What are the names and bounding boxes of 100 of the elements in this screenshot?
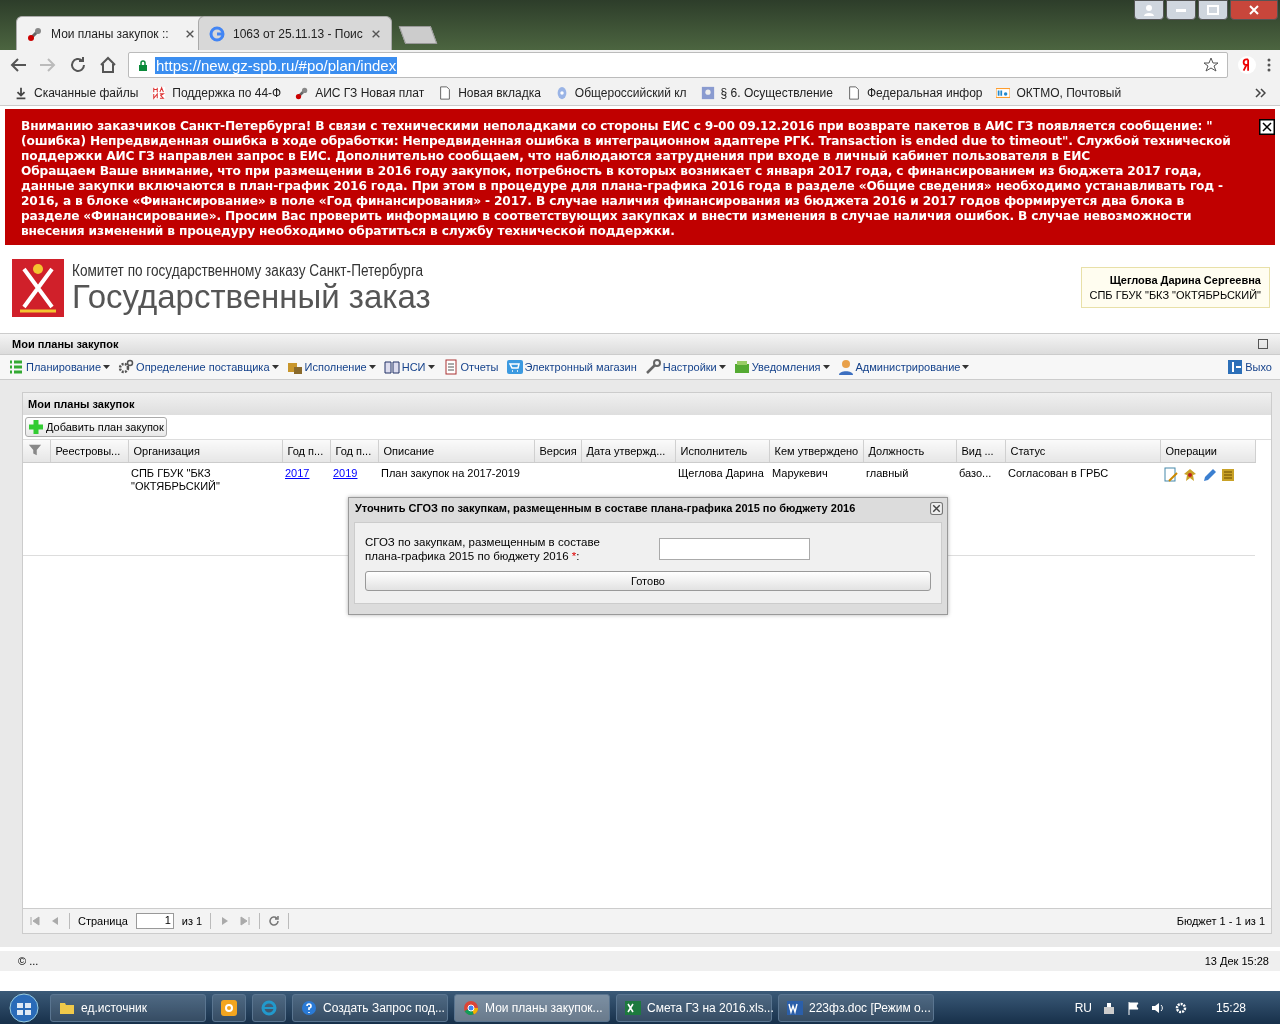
alert-text: Обращаем Ваше внимание, что при размещении в 2016 году закупок, потребность в которых возникает с января 2017 года, с финансированием из бюджета 2017 года, данные закупки включаются в план-график 2016 года. При этом в процедуре для плана-графика 2016 года в разделе «Общие сведения» необходимо устанавливать год - 2016, а в блоке «Финансирование» в поле «Год финансирования» - 2017. В случае наличия финансирования из бюджета 2016 и 2017 годов формируется два блока в разделе «Финансирование». Просим Вас проверить информацию в соответствующих закупках и внести изменения в случае наличия ошибок. В случае невозможности внесения изменений в процедуру необходимо обратиться в службу технической поддержки. xyxy=(21,164,1224,239)
maximize-icon xyxy=(1207,4,1219,16)
column-header[interactable]: Статус xyxy=(1005,440,1160,463)
wrench-icon xyxy=(295,85,310,100)
pencil-icon[interactable] xyxy=(1201,467,1217,483)
menu-item[interactable]: Настройки xyxy=(644,359,726,375)
year-link[interactable]: 2019 xyxy=(333,467,358,479)
menu-item[interactable]: Отчеты xyxy=(442,359,499,375)
year-link[interactable]: 2017 xyxy=(285,467,310,479)
language-indicator[interactable]: RU xyxy=(1074,1000,1092,1015)
chrome-logo-icon xyxy=(463,999,479,1016)
exit-door-icon xyxy=(1227,359,1244,375)
at-sign-icon xyxy=(221,999,237,1016)
taskbar-button[interactable]: ед.источник xyxy=(50,993,206,1022)
gear-icon[interactable] xyxy=(1173,1000,1188,1015)
bookmark[interactable]: Поддержка по 44-Ф xyxy=(152,85,282,100)
filter-icon xyxy=(28,443,42,457)
column-header[interactable]: Должность xyxy=(863,440,956,463)
maximize-button[interactable] xyxy=(1198,0,1228,20)
page-total: из 1 xyxy=(181,915,203,927)
close-icon[interactable] xyxy=(1259,119,1275,135)
clock[interactable]: 15:28 xyxy=(1215,1000,1246,1015)
coat-of-arms-logo xyxy=(12,258,64,317)
ya-logo-icon xyxy=(1238,56,1256,74)
bookmark[interactable]: ОКТМО, Почтовый xyxy=(996,85,1122,100)
minimize-button[interactable] xyxy=(1166,0,1196,20)
taskbar-button[interactable]: Смета ГЗ на 2016.xls... xyxy=(616,993,772,1022)
plus-icon xyxy=(28,419,44,435)
field-label: СГОЗ по закупкам, размещенным в составе плана-графика 2015 по бюджету 2016 *: xyxy=(365,535,601,563)
reload-icon[interactable] xyxy=(68,55,88,75)
gear-icon xyxy=(118,359,135,375)
column-header[interactable]: Организация xyxy=(128,440,282,463)
user-organization: СПБ ГБУК "БКЗ "ОКТЯБРЬСКИЙ" xyxy=(1089,289,1261,301)
menu-item[interactable]: Исполнение xyxy=(286,359,376,375)
letters-icon xyxy=(152,85,167,100)
alert-text: Вниманию заказчиков Санкт-Петербурга! В связи с техническими неполадками со стороны ЕИС с 9-00 09.12.2016 при возврате пакетов в АИС ГЗ появляется сообщение: "(ошибка) Непредвиденная ошибка в ходе обработки: Непредвиденная ошибка в интеграционном адаптере РГК. Transaction is ended due to timeout". Службой технической поддержки АИС ГЗ направлен запрос в ЕИС. Дополнительно сообщаем, что наблюдаются затруднения при входе в личный кабинет пользователя в ЕИС xyxy=(21,119,1232,164)
page-number-field[interactable]: 1 xyxy=(135,913,174,929)
taskbar-button[interactable] xyxy=(212,993,246,1022)
table-cell: Щеглова Дарина xyxy=(678,467,764,479)
scroll-icon[interactable] xyxy=(1220,467,1236,483)
close-icon[interactable] xyxy=(185,28,195,39)
bookmark[interactable]: Федеральная инфор xyxy=(847,85,983,100)
close-icon[interactable] xyxy=(930,501,943,515)
done-button[interactable]: Готово xyxy=(365,571,931,591)
menu-item[interactable]: Планирование xyxy=(8,359,111,375)
menu-item[interactable]: Администрирование xyxy=(837,359,970,375)
menu-item[interactable]: НСИ xyxy=(383,359,435,375)
menu-item[interactable]: Уведомления xyxy=(733,359,830,375)
close-button[interactable] xyxy=(1230,0,1278,20)
panel-title: Мои планы закупок xyxy=(12,338,119,350)
column-header[interactable]: Год п... xyxy=(330,440,378,463)
refresh-icon[interactable] xyxy=(268,915,281,927)
chevron-icon[interactable] xyxy=(1254,86,1266,99)
add-plan-button[interactable]: Добавить план закупок xyxy=(25,417,167,437)
date-time: 13 Дек 15:28 xyxy=(1204,955,1269,967)
spreadsheet-icon xyxy=(625,999,641,1016)
menu-item[interactable]: Определение поставщика xyxy=(118,359,279,375)
bookmark[interactable]: Общероссийский кл xyxy=(554,85,687,100)
flag-icon[interactable] xyxy=(1125,1000,1140,1015)
network-icon[interactable] xyxy=(1101,1000,1116,1015)
home-icon[interactable] xyxy=(98,55,118,75)
tray-icon xyxy=(733,359,750,375)
column-header[interactable]: Реестровы... xyxy=(50,440,128,463)
column-header[interactable]: Дата утвержд... xyxy=(581,440,675,463)
document-edit-icon[interactable] xyxy=(1163,467,1179,483)
menu-icon[interactable] xyxy=(1266,57,1272,73)
column-header[interactable]: Операции xyxy=(1160,440,1255,463)
exit-button[interactable]: Выхо xyxy=(1227,359,1272,375)
record-count: Бюджет 1 - 1 из 1 xyxy=(1176,915,1265,927)
column-header[interactable]: Кем утверждено xyxy=(769,440,863,463)
speaker-icon[interactable] xyxy=(1149,1000,1164,1015)
new-tab-button[interactable] xyxy=(398,26,438,44)
bookmark[interactable]: § 6. Осуществление xyxy=(700,85,833,100)
collapse-icon[interactable] xyxy=(1258,339,1268,349)
dialog-title: Уточнить СГОЗ по закупкам, размещенным в составе плана-графика 2015 по бюджету 2016 xyxy=(355,502,856,514)
input-field[interactable] xyxy=(659,538,810,560)
browser-tab[interactable]: 1063 от 25.11.13 - Поис xyxy=(198,16,392,50)
table-cell: Согласован в ГРБС xyxy=(1008,467,1109,479)
bookmark[interactable]: Новая вкладка xyxy=(438,85,541,100)
column-header[interactable]: Вид ... xyxy=(956,440,1005,463)
person-icon xyxy=(1143,4,1155,16)
taskbar-button[interactable]: Создать Запрос под... xyxy=(292,993,448,1022)
taskbar-button[interactable]: 223фз.doc [Режим о... xyxy=(778,993,934,1022)
page-icon xyxy=(438,85,453,100)
column-header[interactable]: Исполнитель xyxy=(675,440,769,463)
table-cell: Марукевич xyxy=(772,467,828,479)
column-header[interactable] xyxy=(23,440,50,463)
grid-title: Мои планы закупок xyxy=(23,393,1271,415)
profile-button[interactable] xyxy=(1134,0,1164,20)
bookmark[interactable]: АИС ГЗ Новая плат xyxy=(295,85,425,100)
eagle-emblem-icon[interactable] xyxy=(1182,467,1198,483)
word-document-icon xyxy=(787,999,803,1016)
table-cell: базо... xyxy=(959,467,992,479)
page-label: Страница xyxy=(78,915,128,927)
menu-item[interactable]: Электронный магазин xyxy=(506,359,637,375)
bookmark[interactable]: Скачанные файлы xyxy=(14,85,139,100)
column-header[interactable]: Описание xyxy=(378,440,534,463)
taskbar-button[interactable]: Мои планы закупок... xyxy=(454,993,610,1022)
column-header[interactable]: Версия xyxy=(534,440,581,463)
column-header[interactable]: Год п... xyxy=(282,440,330,463)
